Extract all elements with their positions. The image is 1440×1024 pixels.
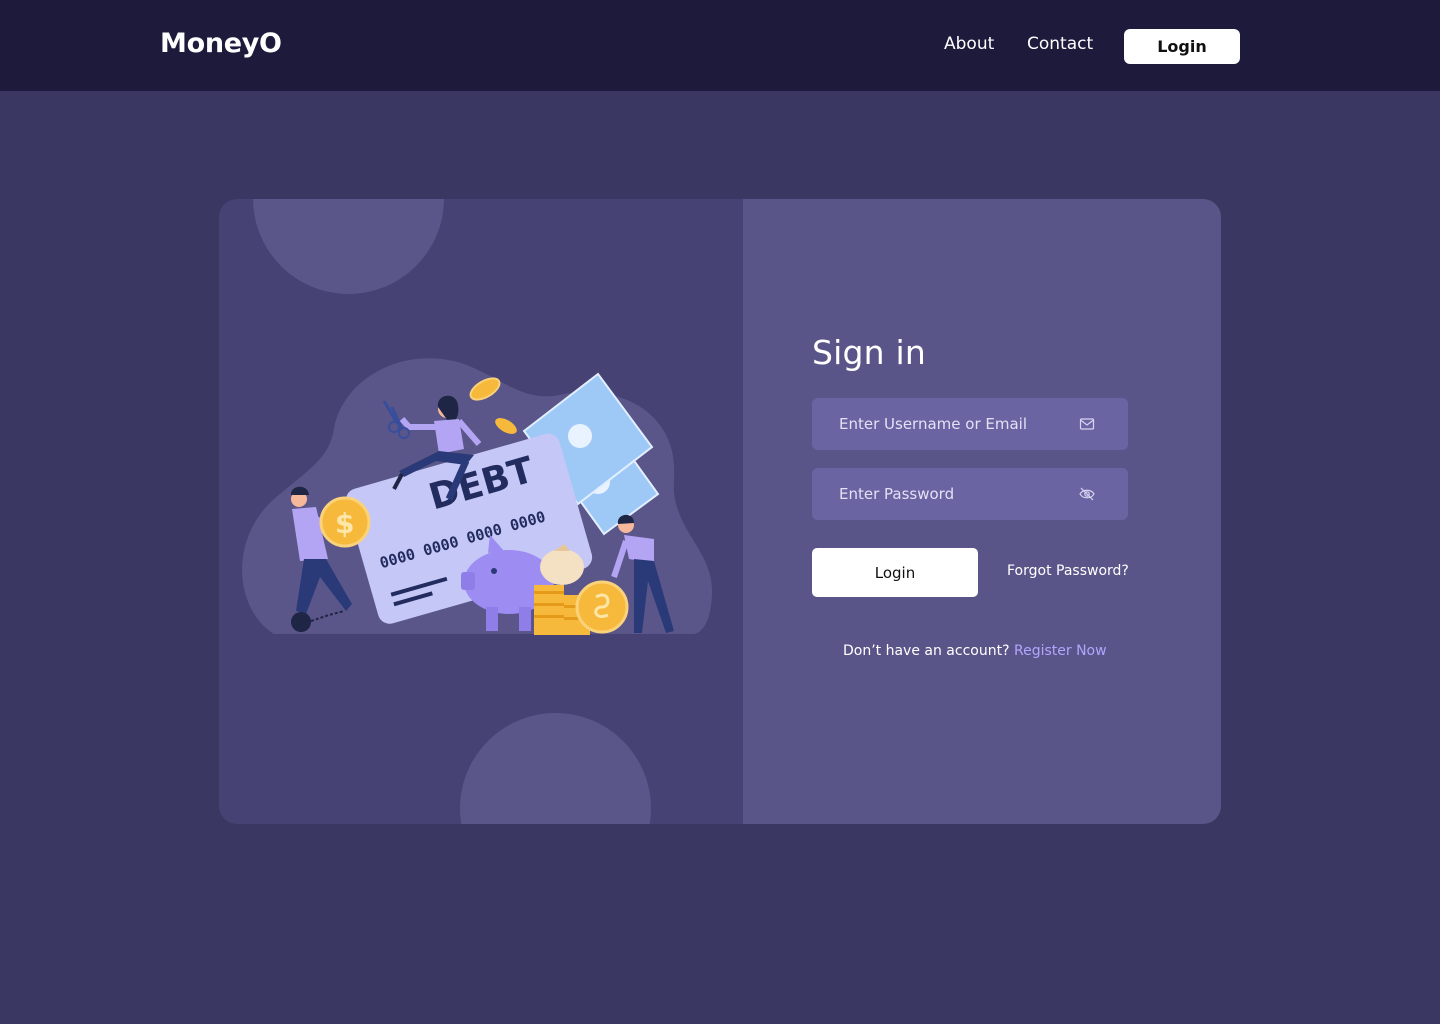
decorative-circle-top bbox=[253, 199, 444, 294]
password-field[interactable] bbox=[812, 468, 1128, 520]
debt-illustration: DEBT 0000 0000 0000 0000 $ bbox=[242, 358, 713, 635]
mail-icon bbox=[1079, 418, 1095, 430]
signin-title: Sign in bbox=[812, 333, 926, 372]
eye-off-icon[interactable] bbox=[1079, 487, 1095, 501]
brand-logo[interactable]: MoneyO bbox=[160, 28, 282, 59]
signin-card: DEBT 0000 0000 0000 0000 $ Sign in Enter… bbox=[219, 199, 1221, 824]
register-prompt-text: Don’t have an account? bbox=[843, 643, 1010, 659]
navbar: MoneyO About Contact Login bbox=[0, 0, 1440, 91]
nav-link-about[interactable]: About bbox=[944, 34, 994, 54]
nav-login-button[interactable]: Login bbox=[1124, 29, 1240, 64]
forgot-password-link[interactable]: Forgot Password? bbox=[1007, 563, 1129, 579]
register-now-link[interactable]: Register Now bbox=[1014, 643, 1107, 659]
signin-panel: Sign in Login Forgot Password? Don’t hav… bbox=[743, 199, 1221, 824]
username-field[interactable] bbox=[812, 398, 1128, 450]
coin-dollar-symbol: $ bbox=[335, 507, 354, 540]
nav-link-contact[interactable]: Contact bbox=[1027, 34, 1093, 54]
illustration-panel: DEBT 0000 0000 0000 0000 $ bbox=[219, 199, 743, 824]
login-button[interactable]: Login bbox=[812, 548, 978, 597]
register-prompt: Don’t have an account? Register Now bbox=[843, 643, 1107, 659]
decorative-circle-bottom bbox=[460, 713, 651, 824]
